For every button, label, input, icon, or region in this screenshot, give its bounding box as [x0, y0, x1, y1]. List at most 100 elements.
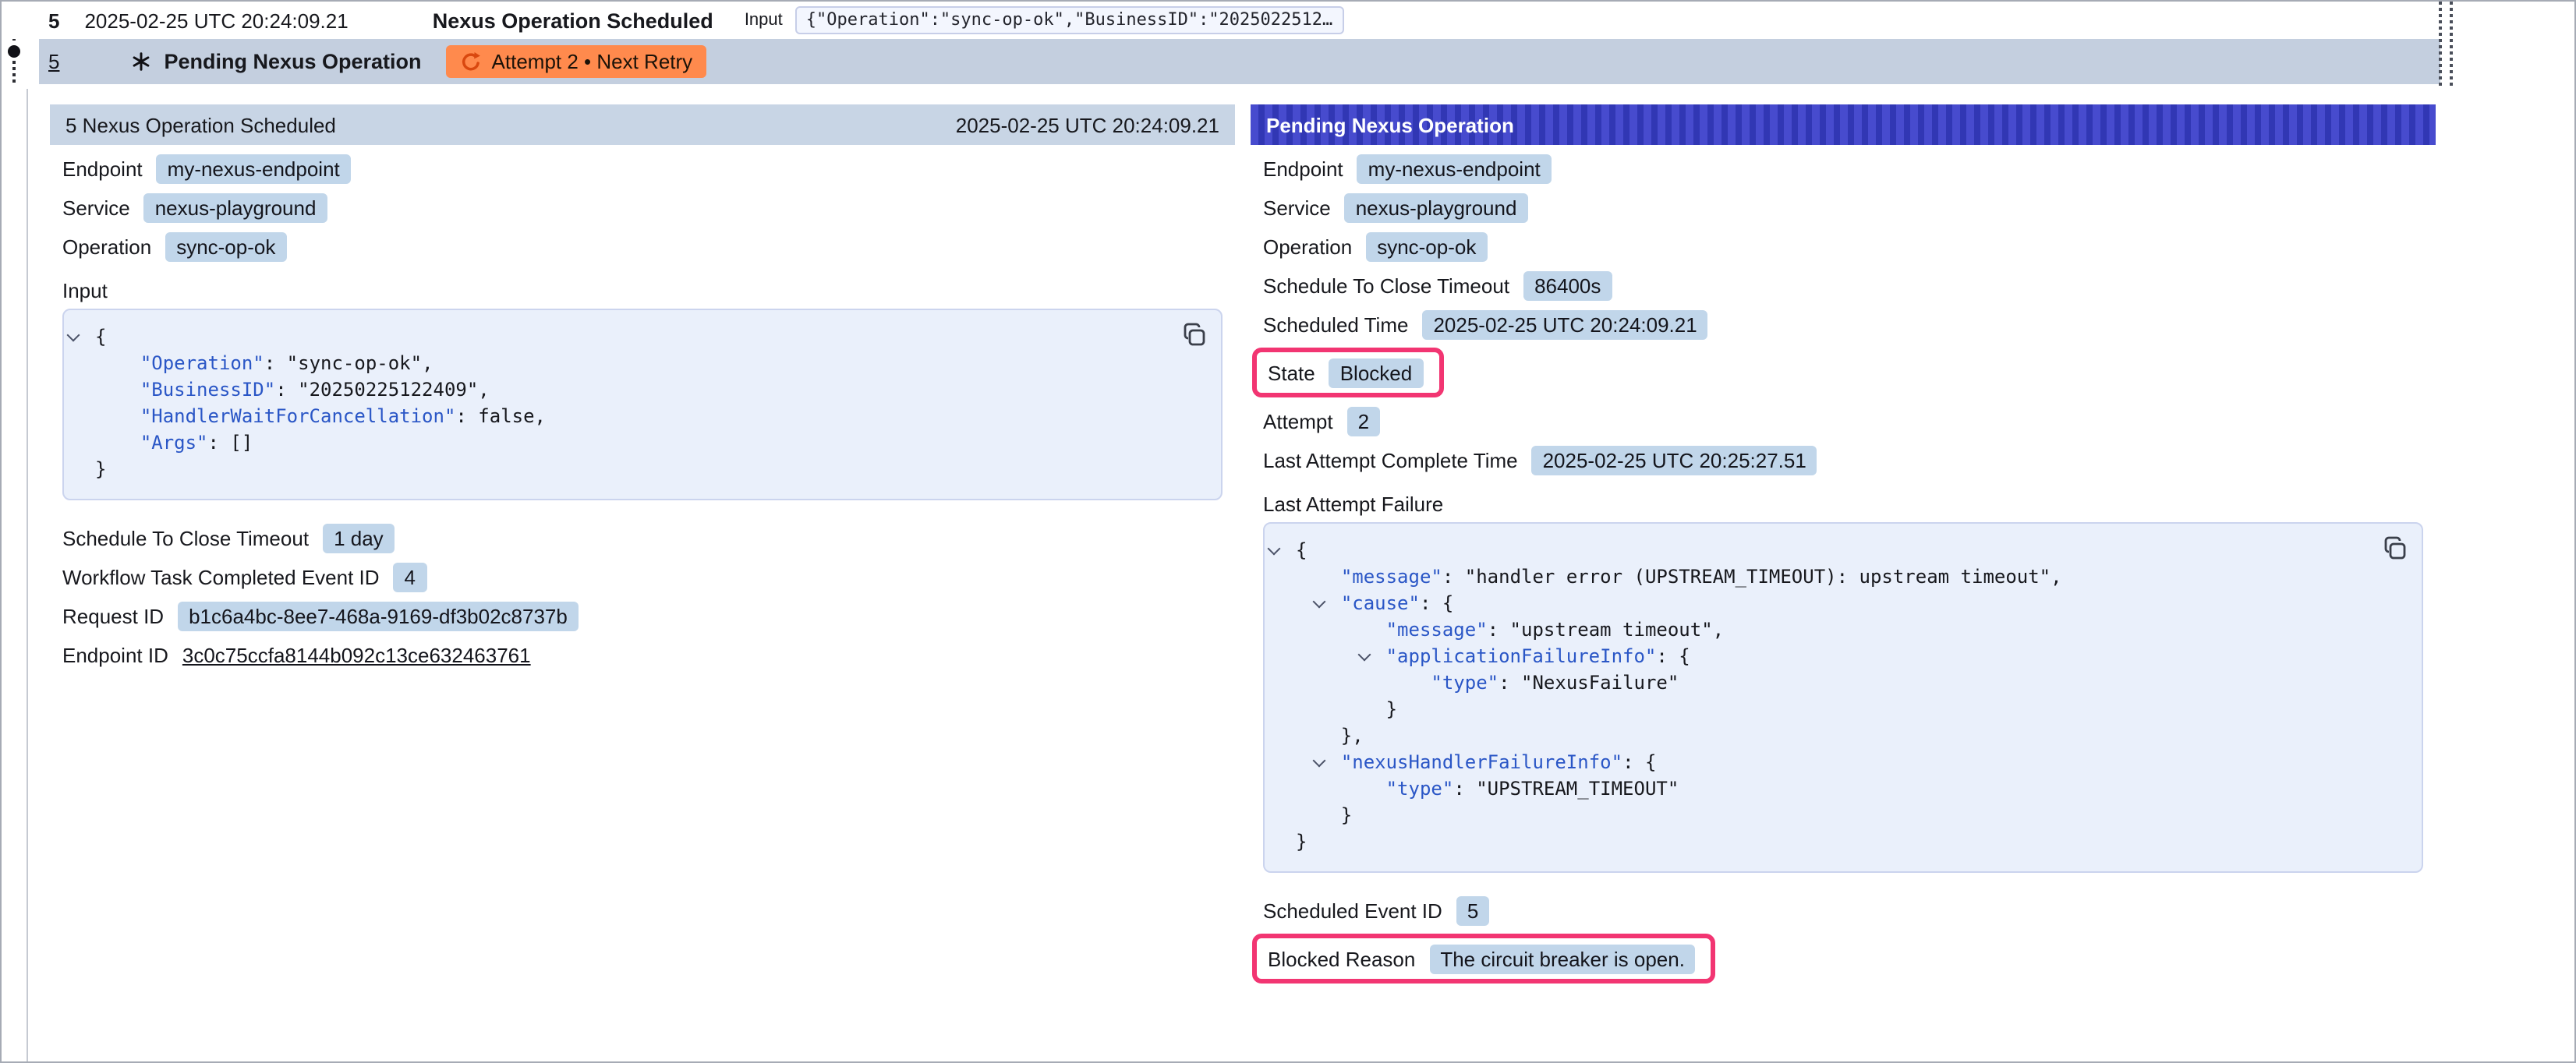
field-value-chip: nexus-playground [1345, 192, 1528, 222]
code-line: "message": "handler error (UPSTREAM_TIME… [1265, 564, 2369, 591]
field-label: Scheduled Event ID [1263, 899, 1442, 922]
field-label: Scheduled Time [1263, 313, 1408, 336]
field-value-chip: 4 [394, 562, 426, 592]
code-line: "cause": { [1265, 591, 2369, 617]
event-summary-row[interactable]: 5 2025-02-25 UTC 20:24:09.21 Nexus Opera… [2, 2, 2574, 39]
field-endpoint: Endpoint my-nexus-endpoint [62, 153, 1223, 184]
field-value-chip: b1c6a4bc-8ee7-468a-9169-df3b02c8737b [178, 601, 579, 630]
timeline-connector [12, 61, 16, 83]
input-section-label: Input [62, 279, 1223, 302]
field-value-chip: 2 [1347, 406, 1380, 436]
field-label: Blocked Reason [1268, 947, 1415, 970]
event-detail-header: 5 Nexus Operation Scheduled 2025-02-25 U… [50, 104, 1235, 145]
field-label: Endpoint [62, 157, 143, 180]
field-label: Schedule To Close Timeout [1263, 274, 1509, 297]
code-line: "type": "NexusFailure" [1265, 670, 2369, 697]
field-value-chip: 2025-02-25 UTC 20:25:27.51 [1532, 445, 1817, 475]
input-json-block: { "Operation": "sync-op-ok", "BusinessID… [62, 309, 1223, 500]
code-line: "type": "UPSTREAM_TIMEOUT" [1265, 776, 2369, 803]
field-schedule-to-close-timeout: Schedule To Close Timeout1 day [62, 522, 1223, 553]
code-line: "nexusHandlerFailureInfo": { [1265, 750, 2369, 776]
pending-operation-fields: Scheduled Event ID5 Blocked ReasonThe cir… [1251, 895, 2436, 984]
retry-attempt-badge: Attempt 2 • Next Retry [447, 45, 707, 78]
field-scheduled-event-id: Scheduled Event ID5 [1263, 895, 2423, 926]
field-service: Service nexus-playground [1263, 192, 2423, 223]
pending-operation-row[interactable]: 5 Pending Nexus Operation Attempt 2 • Ne… [39, 39, 2440, 84]
event-timestamp: 2025-02-25 UTC 20:24:09.21 [84, 9, 348, 32]
field-label: Service [62, 196, 130, 219]
field-endpoint: Endpoint my-nexus-endpoint [1263, 153, 2423, 184]
endpoint-id-link[interactable]: 3c0c75ccfa8144b092c13ce632463761 [182, 643, 531, 666]
code-line: "BusinessID": "20250225122409", [64, 377, 1168, 404]
pending-asterisk-icon [131, 51, 151, 72]
field-operation: Operation sync-op-ok [1263, 231, 2423, 262]
field-schedule-to-close-timeout: Schedule To Close Timeout86400s [1263, 270, 2423, 301]
collapse-chevron-icon[interactable] [67, 329, 81, 343]
pending-operation-fields: Endpoint my-nexus-endpoint Service nexus-pl… [1251, 153, 2436, 475]
code-line: { [1265, 538, 2369, 564]
collapse-chevron-icon[interactable] [1268, 542, 1282, 556]
event-title: Nexus Operation Scheduled [433, 9, 713, 32]
field-value-chip: Blocked [1329, 358, 1424, 387]
copy-icon[interactable] [1182, 323, 1207, 348]
collapse-chevron-icon[interactable] [1313, 595, 1327, 609]
retry-icon [461, 51, 483, 72]
field-operation: Operation sync-op-ok [62, 231, 1223, 262]
field-value-chip: my-nexus-endpoint [157, 154, 351, 183]
event-detail-panels: 5 Nexus Operation Scheduled 2025-02-25 U… [27, 89, 2574, 1061]
failure-section-label: Last Attempt Failure [1263, 493, 2423, 516]
field-attempt: Attempt2 [1263, 405, 2423, 436]
timeline-dot-icon [8, 45, 20, 58]
event-detail-fields: Endpoint my-nexus-endpoint Service nexus-pl… [50, 153, 1235, 262]
code-line: } [1265, 697, 2369, 723]
field-value-chip: nexus-playground [144, 192, 327, 222]
event-detail-fields: Schedule To Close Timeout1 day Workflow T… [50, 522, 1235, 631]
code-line: "Args": [] [64, 430, 1168, 457]
field-label: State [1268, 361, 1315, 384]
splitter-handle[interactable] [2439, 2, 2453, 86]
pending-operation-title: Pending Nexus Operation [164, 50, 421, 73]
copy-icon[interactable] [2383, 536, 2408, 561]
pending-event-id-link[interactable]: 5 [48, 50, 59, 73]
input-preview-chip: {"Operation":"sync-op-ok","BusinessID":"… [795, 6, 1344, 34]
code-line: }, [1265, 723, 2369, 750]
event-id[interactable]: 5 [48, 9, 59, 32]
collapse-chevron-icon[interactable] [1313, 754, 1327, 768]
field-label: Operation [62, 235, 151, 258]
field-last-attempt-complete-time: Last Attempt Complete Time 2025-02-25 UTC… [1263, 444, 2423, 475]
field-label: Endpoint ID [62, 643, 168, 666]
field-blocked-reason: Blocked ReasonThe circuit breaker is ope… [1252, 934, 1716, 984]
pending-operation-panel: Pending Nexus Operation Endpoint my-nexus… [1251, 104, 2436, 987]
code-line: "applicationFailureInfo": { [1265, 644, 2369, 670]
event-detail-header-title: 5 Nexus Operation Scheduled [65, 113, 336, 136]
field-value-chip: sync-op-ok [165, 231, 286, 261]
code-line: } [1265, 803, 2369, 829]
json-code: { "message": "handler error (UPSTREAM_TI… [1265, 538, 2369, 856]
field-workflow-task-completed-event-id: Workflow Task Completed Event ID4 [62, 561, 1223, 592]
field-label: Last Attempt Complete Time [1263, 448, 1518, 471]
field-label: Schedule To Close Timeout [62, 526, 309, 549]
code-line: } [64, 457, 1168, 483]
input-preview-label: Input [745, 11, 783, 30]
code-line: } [1265, 829, 2369, 856]
field-state: State Blocked [1252, 348, 1443, 397]
code-line: { [64, 324, 1168, 351]
pending-operation-header: Pending Nexus Operation [1251, 104, 2436, 145]
pending-operation-header-title: Pending Nexus Operation [1266, 113, 1514, 136]
code-line: "Operation": "sync-op-ok", [64, 351, 1168, 377]
field-scheduled-time: Scheduled Time2025-02-25 UTC 20:24:09.21 [1263, 309, 2423, 340]
event-detail-panel: 5 Nexus Operation Scheduled 2025-02-25 U… [50, 104, 1235, 678]
event-detail-header-time: 2025-02-25 UTC 20:24:09.21 [956, 113, 1219, 136]
retry-badge-label: Attempt 2 • Next Retry [492, 50, 693, 73]
field-label: Endpoint [1263, 157, 1343, 180]
field-value-chip: my-nexus-endpoint [1357, 154, 1552, 183]
field-label: Service [1263, 196, 1331, 219]
collapse-chevron-icon[interactable] [1357, 648, 1371, 662]
event-history-detail-view: 5 2025-02-25 UTC 20:24:09.21 Nexus Opera… [0, 0, 2576, 1063]
field-request-id: Request IDb1c6a4bc-8ee7-468a-9169-df3b02… [62, 600, 1223, 631]
field-service: Service nexus-playground [62, 192, 1223, 223]
field-endpoint-id: Endpoint ID 3c0c75ccfa8144b092c13ce63246… [62, 639, 1223, 670]
failure-json-block: { "message": "handler error (UPSTREAM_TI… [1263, 522, 2423, 873]
field-label: Operation [1263, 235, 1352, 258]
field-value-chip: sync-op-ok [1366, 231, 1487, 261]
